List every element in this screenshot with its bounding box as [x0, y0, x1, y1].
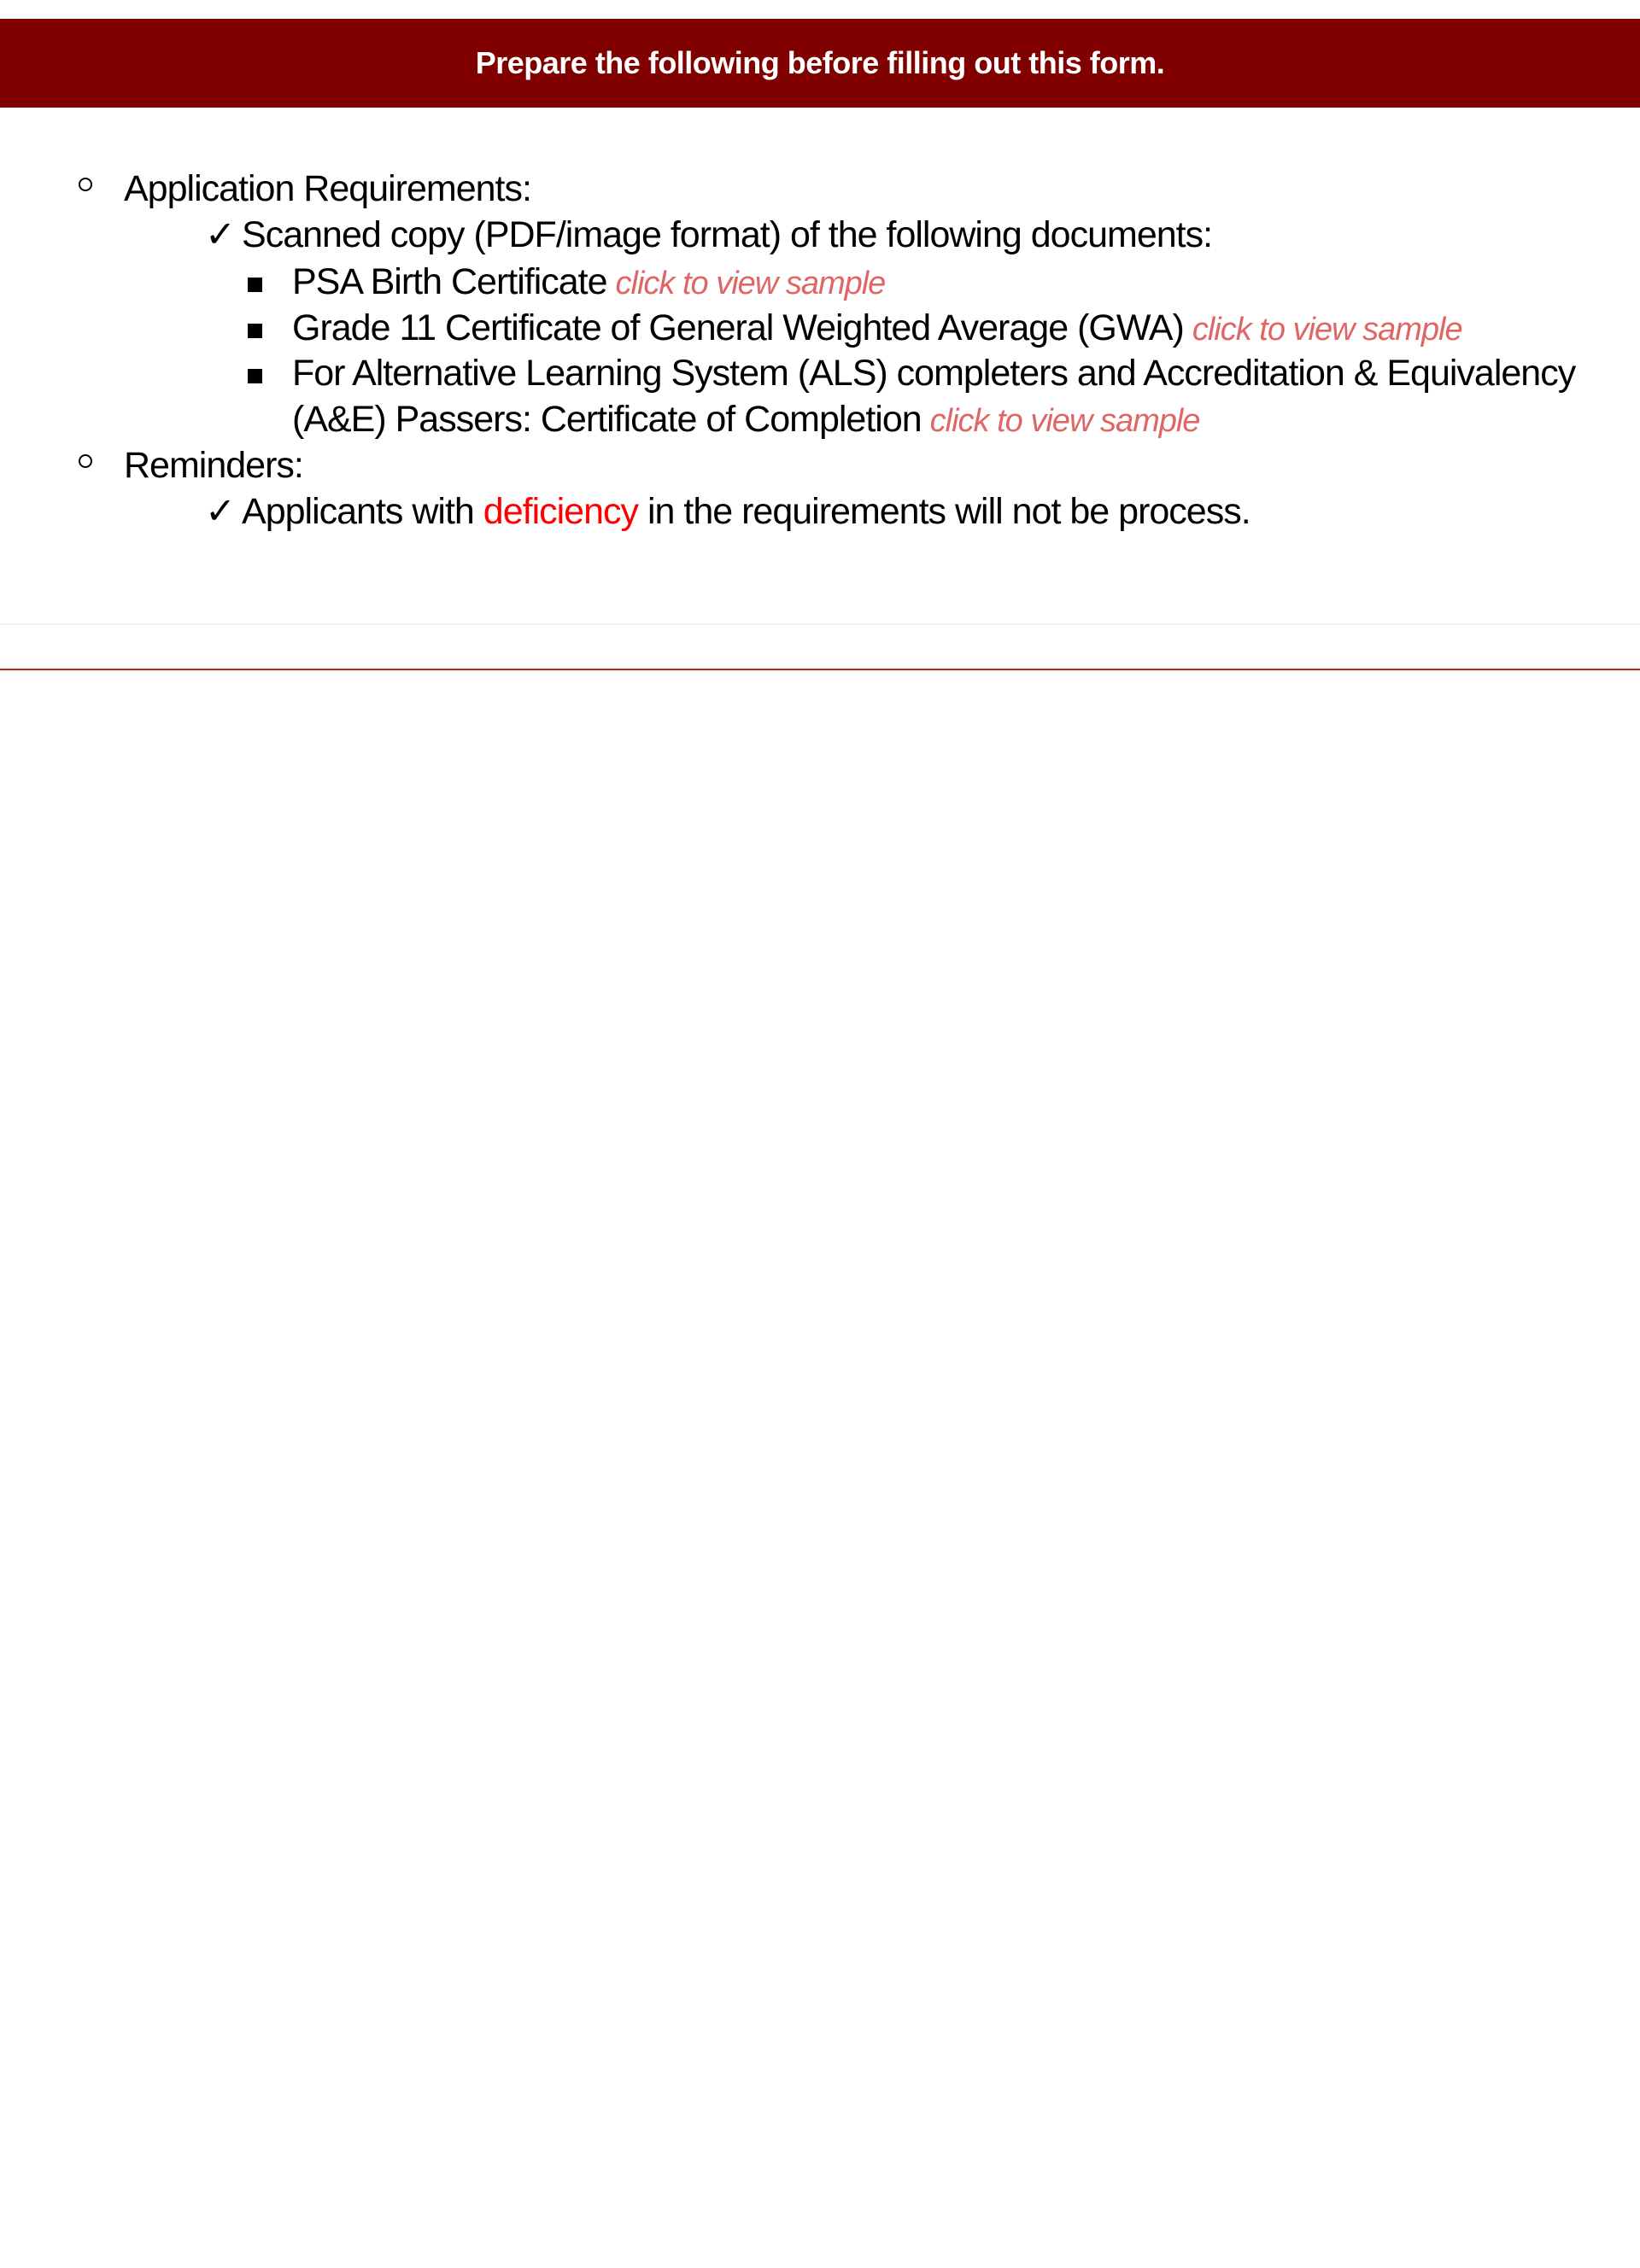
checkmark-icon: ✓: [205, 214, 236, 255]
circle-bullet-icon: [79, 454, 92, 468]
reminder-item: ✓ Applicants with deficiency in the requi…: [205, 488, 1251, 535]
document-item-als: For Alternative Learning System (ALS) co…: [292, 349, 1576, 397]
deficiency-highlight: deficiency: [483, 491, 639, 532]
section-divider-red: [0, 669, 1640, 670]
view-sample-link-als[interactable]: click to view sample: [930, 403, 1201, 439]
square-bullet-icon: [248, 369, 262, 383]
view-sample-link-gwa[interactable]: click to view sample: [1192, 312, 1463, 348]
document-item-gwa: Grade 11 Certificate of General Weighted…: [292, 304, 1463, 354]
requirements-heading: Application Requirements:: [124, 168, 532, 209]
document-label: Grade 11 Certificate of General Weighted…: [292, 307, 1185, 348]
reminder-text-before: Applicants with: [242, 491, 483, 532]
scanned-copy-text: Scanned copy (PDF/image format) of the f…: [242, 214, 1213, 255]
section-divider: [0, 623, 1640, 625]
circle-bullet-icon: [79, 178, 92, 191]
instructions-banner: Prepare the following before filling out…: [0, 19, 1640, 108]
banner-title: Prepare the following before filling out…: [475, 45, 1165, 80]
document-item-als-continued: (A&E) Passers: Certificate of Completion…: [292, 395, 1201, 445]
view-sample-link-psa[interactable]: click to view sample: [616, 266, 887, 301]
scanned-copy-item: ✓ Scanned copy (PDF/image format) of the …: [205, 211, 1213, 259]
reminders-heading: Reminders:: [124, 445, 304, 486]
document-label-continued: (A&E) Passers: Certificate of Completion: [292, 399, 922, 440]
reminder-text-after: in the requirements will not be process.: [638, 491, 1251, 532]
document-item-psa: PSA Birth Certificate click to view sampl…: [292, 258, 887, 307]
document-label: PSA Birth Certificate: [292, 261, 608, 302]
square-bullet-icon: [248, 324, 262, 338]
checkmark-icon: ✓: [205, 491, 236, 532]
square-bullet-icon: [248, 278, 262, 292]
document-label: For Alternative Learning System (ALS) co…: [292, 353, 1576, 394]
